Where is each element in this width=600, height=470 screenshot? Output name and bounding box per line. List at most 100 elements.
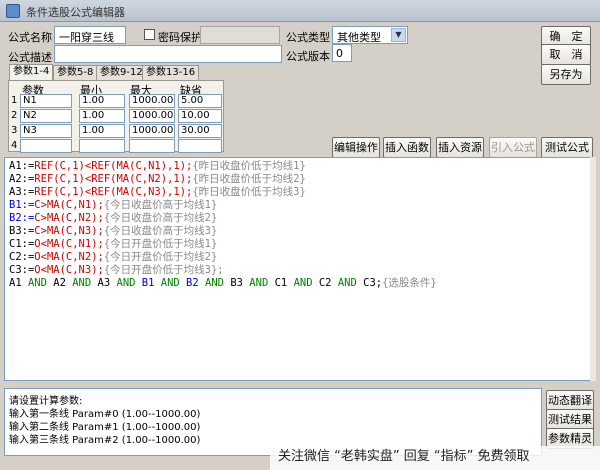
cancel-button[interactable]: 取 消	[541, 44, 591, 65]
code-comment: {今日开盘价低于均线2}	[103, 251, 218, 263]
params-row-number: 2	[11, 110, 18, 121]
code-comment: {昨日收盘价低于均线2}	[192, 173, 306, 185]
params-row-number: 4	[11, 140, 18, 151]
code-var: C2:=	[9, 251, 35, 263]
param-name-cell[interactable]: N3	[20, 124, 72, 138]
code-keyword: AND	[27, 277, 47, 289]
code-keyword: AND	[72, 277, 92, 289]
dynamic-translate-button[interactable]: 动态翻译	[546, 390, 594, 411]
password-input[interactable]	[200, 26, 280, 44]
param-name-cell[interactable]	[20, 139, 72, 153]
code-line: C1:=O<MA(C,N1);{今日开盘价低于均线1}	[9, 238, 217, 251]
code-var: C3:=	[9, 264, 35, 276]
code-var: B3:=	[9, 225, 35, 237]
insert-resource-button[interactable]: 插入资源	[436, 137, 484, 158]
insert-function-button[interactable]: 插入函数	[383, 137, 431, 158]
code-keyword: AND	[160, 277, 180, 289]
param-max-cell[interactable]: 1000.00	[129, 109, 175, 123]
code-var: A3	[91, 277, 117, 289]
param-name-cell[interactable]: N2	[20, 109, 72, 123]
tab-params-9-12[interactable]: 参数9-12	[96, 65, 147, 80]
code-var: A1:=	[9, 160, 35, 172]
param-default-cell[interactable]: 30.00	[178, 124, 222, 138]
code-line: A3:=REF(C,1)<REF(MA(C,N3),1);{昨日收盘价低于均线3…	[9, 186, 306, 199]
code-expr: REF(C,1)<REF(MA(C,N3),1);	[34, 186, 193, 198]
formula-desc-input[interactable]	[54, 45, 282, 63]
test-results-button[interactable]: 测试结果	[546, 409, 594, 430]
formula-version-input[interactable]: 0	[332, 44, 352, 62]
code-var: B1:=	[9, 199, 35, 211]
output-line: 输入第三条线 Param#2 (1.00--1000.00)	[9, 435, 201, 446]
password-checkbox[interactable]	[144, 29, 155, 40]
code-var: A2	[46, 277, 73, 289]
password-label: 密码保护	[158, 31, 202, 44]
code-keyword: AND	[293, 277, 313, 289]
param-max-cell[interactable]	[129, 139, 175, 153]
param-name-cell[interactable]: N1	[20, 94, 72, 108]
code-keyword: AND	[205, 277, 224, 289]
code-expr: C>MA(C,N3);	[34, 225, 104, 237]
save-as-button[interactable]: 另存为	[541, 64, 591, 85]
formula-version-label: 公式版本	[286, 50, 330, 63]
code-expr: O<MA(C,N1);	[34, 238, 104, 250]
param-default-cell[interactable]: 10.00	[178, 109, 222, 123]
code-var: B2:=	[9, 212, 35, 224]
code-comment: {昨日收盘价低于均线1}	[192, 160, 306, 172]
code-comment: {今日收盘价高于均线1}	[103, 199, 218, 211]
tab-params-5-8[interactable]: 参数5-8	[53, 65, 98, 80]
code-expr: REF(C,1)<REF(MA(C,N2),1);	[34, 173, 193, 185]
tab-params-1-4[interactable]: 参数1-4	[9, 64, 54, 81]
code-keyword: AND	[249, 277, 269, 289]
code-line: B2:=C>MA(C,N2);{今日收盘价高于均线2}	[9, 212, 217, 225]
code-expr: REF(C,1)<REF(MA(C,N1),1);	[34, 160, 193, 172]
code-editor[interactable]: A1:=REF(C,1)<REF(MA(C,N1),1);{昨日收盘价低于均线1…	[4, 157, 596, 381]
code-line: A1 AND A2 AND A3 AND B1 AND B2 AND B3 AN…	[9, 277, 437, 290]
params-row-number: 3	[11, 125, 18, 136]
code-keyword: AND	[337, 277, 357, 289]
formula-name-input[interactable]: 一阳穿三线	[54, 26, 126, 44]
param-min-cell[interactable]: 1.00	[79, 109, 125, 123]
code-line: C2:=O<MA(C,N2);{今日开盘价低于均线2}	[9, 251, 217, 264]
code-expr: C>MA(C,N1);	[34, 199, 104, 211]
tab-params-13-16[interactable]: 参数13-16	[142, 65, 200, 80]
params-row-number: 1	[11, 95, 18, 106]
test-formula-button[interactable]: 测试公式	[541, 137, 593, 158]
edit-operations-button[interactable]: 编辑操作	[332, 137, 380, 158]
param-min-cell[interactable]: 1.00	[79, 124, 125, 138]
code-expr: O<MA(C,N2);	[34, 251, 104, 263]
code-line: C3:=O<MA(C,N3);{今日开盘价低于均线3};	[9, 264, 224, 277]
code-var: B2	[179, 277, 206, 289]
code-comment: {今日开盘价低于均线1}	[103, 238, 218, 250]
param-min-cell[interactable]: 1.00	[79, 94, 125, 108]
param-default-cell[interactable]: 5.00	[178, 94, 222, 108]
watermark-text: 关注微信 “老韩实盘” 回复 “指标” 免费领取	[270, 446, 600, 470]
title-bar: 条件选股公式编辑器	[0, 0, 600, 22]
param-max-cell[interactable]: 1000.00	[129, 124, 175, 138]
code-line: A1:=REF(C,1)<REF(MA(C,N1),1);{昨日收盘价低于均线1…	[9, 160, 306, 173]
code-line: B1:=C>MA(C,N1);{今日收盘价高于均线1}	[9, 199, 217, 212]
code-var: C1:=	[9, 238, 35, 250]
app-icon	[6, 4, 20, 18]
code-var: C2	[312, 277, 338, 289]
param-default-cell[interactable]	[178, 139, 222, 153]
param-max-cell[interactable]: 1000.00	[129, 94, 175, 108]
import-formula-button[interactable]: 引入公式	[489, 137, 537, 158]
window-title: 条件选股公式编辑器	[26, 6, 125, 19]
code-line: B3:=C>MA(C,N3);{今日收盘价高于均线3}	[9, 225, 217, 238]
param-min-cell[interactable]	[79, 139, 125, 153]
code-keyword: AND	[116, 277, 136, 289]
code-expr: C>MA(C,N2);	[34, 212, 104, 224]
code-var: B1	[135, 277, 161, 289]
code-comment: {今日收盘价高于均线2}	[103, 212, 218, 224]
code-comment: {今日开盘价低于均线3};	[103, 264, 224, 276]
editor-scrollbar[interactable]	[590, 157, 596, 381]
code-var: B3	[224, 277, 250, 289]
code-var: A2:=	[9, 173, 35, 185]
code-var: C3;	[356, 277, 383, 289]
code-comment: {今日收盘价高于均线3}	[103, 225, 218, 237]
formula-desc-label: 公式描述	[8, 51, 52, 64]
chevron-down-icon[interactable]: ▼	[391, 28, 406, 42]
formula-type-select[interactable]: 其他类型 ▼	[332, 26, 408, 44]
code-var: C1	[268, 277, 294, 289]
code-var: A1	[9, 277, 28, 289]
